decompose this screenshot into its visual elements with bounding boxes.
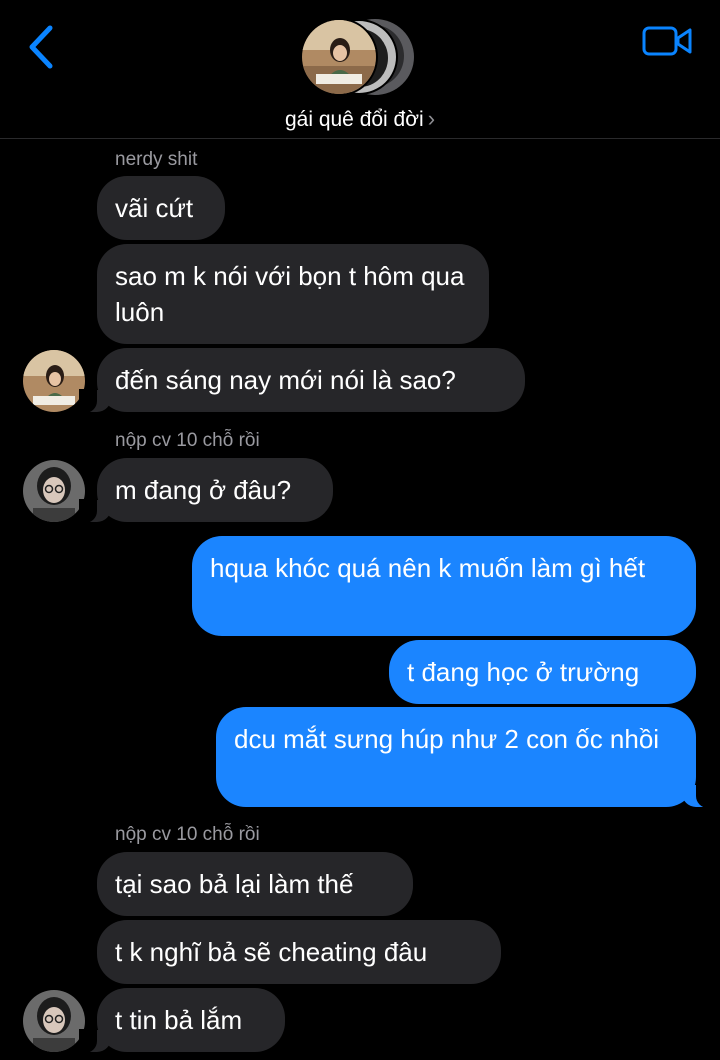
back-chevron-icon [29,25,53,69]
sent-message-bubble[interactable]: hqua khóc quá nên k muốn làm gì hết [192,536,696,636]
chevron-right-icon: › [427,106,436,131]
sender-avatar[interactable] [23,990,85,1052]
chat-header: gái quê đổi đời › [0,0,720,139]
group-avatar-stack[interactable] [300,18,420,96]
sender-name: nộp cv 10 chỗ rồi [115,430,260,451]
back-button[interactable] [22,24,62,70]
message-text: t tin bả lắm [115,1005,243,1035]
sender-avatar[interactable] [23,350,85,412]
sender-avatar[interactable] [23,460,85,522]
sender-name: nerdy shit [115,149,198,170]
received-message-bubble[interactable]: t tin bả lắm [79,988,285,1053]
message-text: t đang học ở trường [407,657,640,687]
message-text: hqua khóc quá nên k muốn làm gì hết [210,553,646,583]
message-text: đến sáng nay mới nói là sao? [115,365,456,395]
received-message-bubble[interactable]: đến sáng nay mới nói là sao? [79,348,525,413]
message-text: m đang ở đâu? [115,475,292,505]
group-member-avatar [300,18,378,96]
sender-name: nộp cv 10 chỗ rồi [115,824,260,845]
message-text: sao m k nói với bọn t hôm qua luôn [115,261,465,327]
message-text: dcu mắt sưng húp như 2 con ốc nhồi [234,724,660,754]
message-text: tại sao bả lại làm thế [115,869,354,899]
sent-message-bubble[interactable]: dcu mắt sưng húp như 2 con ốc nhồi [216,707,714,808]
message-text: t k nghĩ bả sẽ cheating đâu [115,937,428,967]
video-call-icon[interactable] [642,24,694,58]
group-name: gái quê đổi đời [284,108,424,131]
received-message-bubble[interactable]: vãi cứt [97,176,225,240]
received-message-bubble[interactable]: t k nghĩ bả sẽ cheating đâu [97,920,501,984]
message-text: vãi cứt [115,193,194,223]
received-message-bubble[interactable]: sao m k nói với bọn t hôm qua luôn [97,244,489,344]
group-name-button[interactable]: gái quê đổi đời › [0,106,720,132]
received-message-bubble[interactable]: tại sao bả lại làm thế [97,852,413,916]
received-message-bubble[interactable]: m đang ở đâu? [79,458,333,523]
sent-message-bubble[interactable]: t đang học ở trường [389,640,696,704]
